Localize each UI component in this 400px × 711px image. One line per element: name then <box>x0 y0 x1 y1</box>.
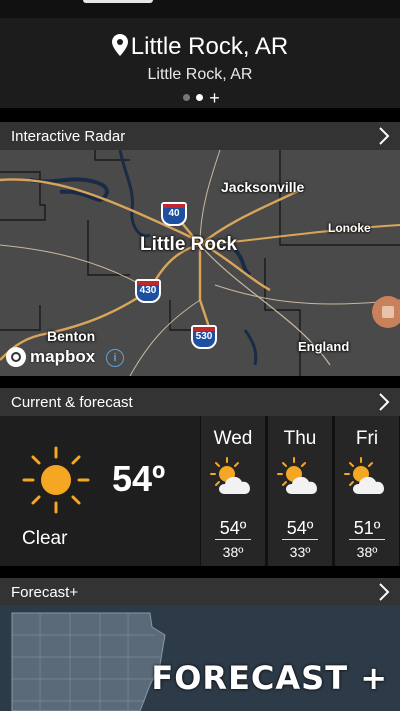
radar-location-button[interactable] <box>372 296 400 328</box>
forecast-plus-banner[interactable]: FORECAST + <box>0 605 400 711</box>
page-indicator[interactable]: + <box>0 89 400 107</box>
info-icon[interactable]: i <box>106 349 124 367</box>
forecast-day-wed[interactable]: Wed 54º 38º <box>201 416 265 566</box>
map-label-benton: Benton <box>47 328 96 344</box>
forecast-low: 33º <box>289 544 311 560</box>
forecast-day-name: Wed <box>213 428 253 449</box>
forecast-plus-title: Forecast+ <box>11 584 79 601</box>
divider <box>282 539 318 540</box>
location-title-row: Little Rock, AR <box>0 32 400 62</box>
divider <box>349 539 385 540</box>
status-bar <box>0 0 400 18</box>
partly-sunny-icon <box>210 457 251 494</box>
location-title: Little Rock, AR <box>130 33 289 60</box>
location-pin-icon <box>111 34 128 56</box>
forecast-plus-header[interactable]: Forecast+ <box>0 578 400 606</box>
notch-indicator <box>83 0 153 3</box>
forecast-day-name: Thu <box>283 428 317 449</box>
add-location-icon[interactable]: + <box>209 89 220 107</box>
forecast-low: 38º <box>222 544 244 560</box>
forecast-high: 54º <box>219 518 247 538</box>
map-label-england: England <box>298 339 350 354</box>
current-forecast-panel[interactable]: 54º Clear Wed 54º 38º Thu 54º 33º Fri 51 <box>0 416 400 566</box>
map-label-jacksonville: Jacksonville <box>221 179 305 195</box>
current-temperature: 54º <box>112 458 166 499</box>
chevron-right-icon[interactable] <box>378 393 390 411</box>
divider <box>215 539 251 540</box>
map-label-lonoke: Lonoke <box>328 221 371 235</box>
radar-section-title: Interactive Radar <box>11 128 126 145</box>
current-condition: Clear <box>22 528 68 549</box>
sun-icon <box>22 446 90 514</box>
forecast-high: 51º <box>353 518 381 538</box>
current-conditions[interactable]: 54º Clear <box>0 416 200 566</box>
map-label-little-rock: Little Rock <box>140 234 238 255</box>
highway-shield-530: 530 <box>191 325 217 349</box>
forecast-plus-banner-text: FORECAST + <box>151 659 388 697</box>
forecast-day-fri[interactable]: Fri 51º 38º <box>335 416 399 566</box>
mapbox-logo-icon <box>6 347 26 367</box>
current-forecast-header[interactable]: Current & forecast <box>0 388 400 416</box>
page-dot-active[interactable] <box>196 94 204 102</box>
partly-sunny-icon <box>277 457 318 494</box>
highway-shield-40: 40 <box>161 202 187 226</box>
forecast-day-name: Fri <box>355 428 379 449</box>
current-forecast-title: Current & forecast <box>11 394 133 411</box>
radar-section-header[interactable]: Interactive Radar <box>0 122 400 150</box>
forecast-low: 38º <box>356 544 378 560</box>
forecast-high: 54º <box>286 518 314 538</box>
forecast-day-thu[interactable]: Thu 54º 33º <box>268 416 332 566</box>
location-header[interactable]: Little Rock, AR Little Rock, AR + <box>0 18 400 108</box>
page-dot[interactable] <box>183 94 191 102</box>
mapbox-attribution[interactable]: mapbox <box>6 347 95 367</box>
chevron-right-icon[interactable] <box>378 127 390 145</box>
location-subtitle: Little Rock, AR <box>147 66 253 83</box>
chevron-right-icon[interactable] <box>378 583 390 601</box>
partly-sunny-icon <box>344 457 385 494</box>
highway-shield-430: 430 <box>135 279 161 303</box>
mapbox-logo-text: mapbox <box>30 347 96 366</box>
radar-map[interactable]: Jacksonville Lonoke Little Rock Benton E… <box>0 150 400 376</box>
